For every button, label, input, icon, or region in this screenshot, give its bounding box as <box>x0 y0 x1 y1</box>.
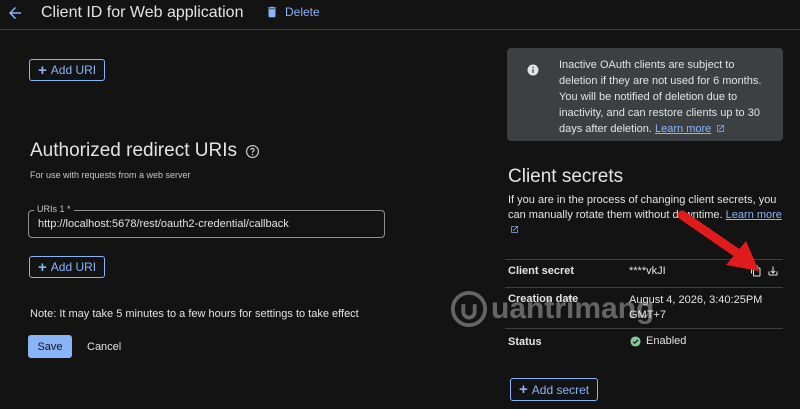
status-label: Status <box>508 336 542 348</box>
plus-icon: + <box>519 381 528 398</box>
check-circle-icon <box>630 336 641 347</box>
help-icon[interactable] <box>245 144 260 159</box>
annotation-arrow-icon <box>677 210 759 271</box>
delete-label: Delete <box>285 5 320 19</box>
add-secret-label: Add secret <box>531 382 590 397</box>
arrow-back-icon[interactable] <box>6 4 24 22</box>
redirect-uris-heading: Authorized redirect URIs <box>30 140 260 162</box>
info-icon <box>527 64 539 76</box>
page-title: Client ID for Web application <box>41 4 244 21</box>
info-learn-more-link[interactable]: Learn more <box>655 123 711 135</box>
info-text: Inactive OAuth clients are subject to de… <box>559 57 774 137</box>
cancel-button[interactable]: Cancel <box>87 341 121 353</box>
redirect-uris-subtitle: For use with requests from a web server <box>30 170 191 180</box>
watermark-logo-icon <box>450 290 488 328</box>
save-button[interactable]: Save <box>28 335 72 358</box>
plus-icon: + <box>38 258 47 276</box>
trash-icon <box>267 6 277 18</box>
add-uri-label: Add URI <box>50 63 97 77</box>
status-value: Enabled <box>646 335 687 347</box>
add-uri-label: Add URI <box>50 260 97 274</box>
row-divider <box>505 328 783 329</box>
plus-icon: + <box>38 61 47 79</box>
add-secret-button[interactable]: + Add secret <box>510 378 599 401</box>
row-divider <box>505 287 783 288</box>
external-link-icon <box>511 226 518 233</box>
add-redirect-uri-button[interactable]: + Add URI <box>29 256 106 278</box>
client-secret-label: Client secret <box>508 265 575 277</box>
add-origin-uri-button[interactable]: + Add URI <box>29 59 106 81</box>
delete-button[interactable]: Delete <box>265 5 320 19</box>
redirect-uri-label: URIs 1 * <box>34 204 74 214</box>
top-bar: Client ID for Web application Delete <box>0 0 800 30</box>
external-link-icon <box>717 125 725 132</box>
redirect-uri-value: http://localhost:5678/rest/oauth2-creden… <box>38 218 289 230</box>
client-secrets-title: Client secrets <box>508 166 624 187</box>
redirect-uris-title: Authorized redirect URIs <box>30 140 237 161</box>
watermark-text: uantrimang <box>491 292 655 325</box>
watermark: uantrimang <box>450 290 654 328</box>
settings-note: Note: It may take 5 minutes to a few hou… <box>30 308 359 320</box>
